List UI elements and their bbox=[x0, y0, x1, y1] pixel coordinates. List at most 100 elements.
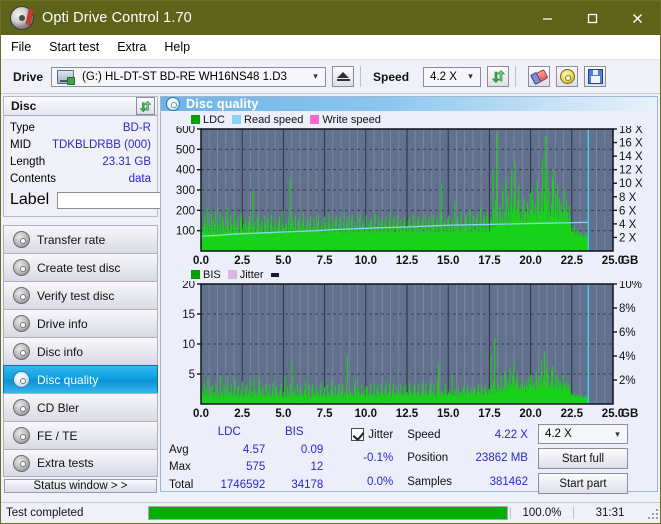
legend-item-jitter: Jitter bbox=[227, 268, 264, 281]
test-speed-select[interactable]: 4.2 X ▾ bbox=[537, 424, 628, 444]
disc-key-type: Type bbox=[10, 121, 35, 134]
erase-button[interactable] bbox=[528, 66, 551, 87]
sidebar-item-fe-te[interactable]: FE / TE bbox=[3, 421, 158, 449]
svg-text:4 X: 4 X bbox=[619, 219, 637, 231]
legend-item-write-speed: Write speed bbox=[310, 114, 381, 126]
legend-marker-extra bbox=[270, 272, 282, 277]
disc-icon bbox=[13, 343, 30, 360]
jitter-table: Jitter -0.1% 0.0% bbox=[351, 423, 393, 494]
tools-button[interactable] bbox=[556, 66, 579, 87]
svg-text:20.0: 20.0 bbox=[519, 408, 541, 420]
disc-refresh-button[interactable] bbox=[136, 97, 155, 115]
minimize-button[interactable] bbox=[525, 1, 570, 35]
legend-swatch-bis bbox=[191, 270, 200, 279]
sidebar-item-create-test-disc[interactable]: Create test disc bbox=[3, 253, 158, 281]
svg-text:500: 500 bbox=[176, 144, 195, 156]
refresh-icon bbox=[491, 70, 505, 83]
sidebar-item-drive-info[interactable]: Drive info bbox=[3, 309, 158, 337]
window-title: Opti Drive Control 1.70 bbox=[42, 10, 192, 26]
jitter-label: Jitter bbox=[368, 428, 394, 441]
speed-stat-value: 4.22 X bbox=[494, 428, 528, 441]
disc-info-box: Type BD-R MID TDKBLDRBB (000) Length 23.… bbox=[3, 116, 262, 217]
maximize-button[interactable] bbox=[570, 1, 615, 35]
stats-row-total: Total bbox=[169, 479, 194, 492]
stats-row-max: Max bbox=[169, 461, 191, 474]
svg-text:300: 300 bbox=[176, 185, 195, 197]
eject-button[interactable] bbox=[332, 66, 355, 87]
sidebar-item-transfer-rate[interactable]: Transfer rate bbox=[3, 225, 158, 253]
svg-text:7.5: 7.5 bbox=[317, 255, 334, 267]
legend-swatch-extra bbox=[270, 272, 279, 277]
chevron-down-icon: ▾ bbox=[468, 71, 473, 81]
svg-text:0.0: 0.0 bbox=[193, 255, 209, 267]
app-disc-icon bbox=[10, 6, 34, 30]
svg-text:15.0: 15.0 bbox=[437, 255, 459, 267]
toolbar-separator-2 bbox=[515, 66, 517, 87]
disc-value-type: BD-R bbox=[122, 121, 151, 134]
svg-text:2%: 2% bbox=[619, 375, 636, 387]
save-button[interactable] bbox=[584, 66, 607, 87]
position-stat-label: Position bbox=[407, 452, 449, 465]
legend-label-jitter: Jitter bbox=[239, 268, 264, 281]
svg-text:12.5: 12.5 bbox=[396, 408, 419, 420]
speed-select[interactable]: 4.2 X ▾ bbox=[423, 66, 482, 87]
svg-text:12.5: 12.5 bbox=[396, 255, 419, 267]
ldc-chart: LDC Read speed Write speed 100 200 300 400 5… bbox=[161, 113, 657, 268]
sidebar-item-label: Drive info bbox=[37, 316, 88, 331]
sidebar-item-extra-tests[interactable]: Extra tests bbox=[3, 449, 158, 477]
stats-bis-total: 34178 bbox=[291, 479, 324, 492]
speed-stat-label: Speed bbox=[407, 428, 441, 441]
jitter-checkbox[interactable] bbox=[351, 428, 365, 442]
sidebar-item-label: Disc quality bbox=[37, 372, 99, 387]
resize-grip[interactable] bbox=[646, 507, 658, 519]
svg-text:5.0: 5.0 bbox=[275, 408, 291, 420]
status-bar: Test completed 100.0% 31:31 bbox=[1, 502, 660, 523]
status-window-button[interactable]: Status window > > bbox=[4, 479, 157, 493]
svg-text:600: 600 bbox=[176, 126, 195, 136]
svg-text:15: 15 bbox=[182, 309, 195, 321]
svg-text:10.0: 10.0 bbox=[355, 408, 377, 420]
drive-select-value: (G:) HL-DT-ST BD-RE WH16NS48 1.D3 bbox=[82, 70, 287, 83]
progress-bar-fill bbox=[149, 507, 507, 519]
menu-help[interactable]: Help bbox=[164, 38, 201, 56]
svg-text:GB: GB bbox=[621, 255, 638, 267]
actions-column: 4.2 X ▾ Start full Start part bbox=[537, 423, 628, 494]
stats-ldc-max: 575 bbox=[246, 461, 266, 474]
sidebar-item-cd-bler[interactable]: CD Bler bbox=[3, 393, 158, 421]
drive-label: Drive bbox=[13, 69, 44, 84]
drive-select[interactable]: (G:) HL-DT-ST BD-RE WH16NS48 1.D3 ▾ bbox=[51, 66, 327, 87]
svg-text:6 X: 6 X bbox=[619, 205, 637, 217]
start-part-button[interactable]: Start part bbox=[537, 473, 628, 494]
speed-label: Speed bbox=[373, 69, 410, 84]
sidebar-item-verify-test-disc[interactable]: Verify test disc bbox=[3, 281, 158, 309]
sidebar-item-disc-quality[interactable]: Disc quality bbox=[3, 365, 158, 393]
table-row: Speed 4.22 X bbox=[407, 423, 528, 447]
legend-item-bis: BIS bbox=[191, 269, 221, 281]
disc-key-mid: MID bbox=[10, 138, 32, 151]
sidebar-item-disc-info[interactable]: Disc info bbox=[3, 337, 158, 365]
refresh-button[interactable] bbox=[487, 66, 510, 87]
speed-select-value: 4.2 X bbox=[430, 70, 457, 83]
main-panel: Disc quality LDC Read speed Write speed … bbox=[160, 96, 658, 494]
table-row: Position 23862 MB bbox=[407, 447, 528, 471]
ldc-legend: LDC Read speed Write speed bbox=[161, 113, 657, 126]
table-row: Avg 4.57 0.09 bbox=[169, 441, 323, 459]
stats-bis-max: 12 bbox=[310, 461, 324, 474]
chevron-down-icon: ▾ bbox=[615, 428, 620, 439]
disc-value-contents: data bbox=[128, 172, 151, 185]
menu-start-test[interactable]: Start test bbox=[49, 38, 110, 56]
disc-row-mid: MID TDKBLDRBB (000) bbox=[10, 136, 151, 153]
start-full-button[interactable]: Start full bbox=[537, 448, 628, 469]
jitter-checkbox-cell bbox=[351, 423, 368, 447]
position-stat-value: 23862 MB bbox=[475, 452, 528, 465]
menu-file[interactable]: File bbox=[11, 38, 42, 56]
charts-container: LDC Read speed Write speed 100 200 300 400 5… bbox=[161, 111, 657, 421]
svg-text:0.0: 0.0 bbox=[193, 408, 209, 420]
eject-icon bbox=[337, 72, 350, 78]
close-button[interactable] bbox=[615, 1, 660, 35]
svg-text:14 X: 14 X bbox=[619, 151, 643, 163]
svg-text:5.0: 5.0 bbox=[275, 255, 291, 267]
disc-icon bbox=[13, 399, 30, 416]
menu-extra[interactable]: Extra bbox=[117, 38, 157, 56]
legend-label-read-speed: Read speed bbox=[244, 113, 304, 126]
